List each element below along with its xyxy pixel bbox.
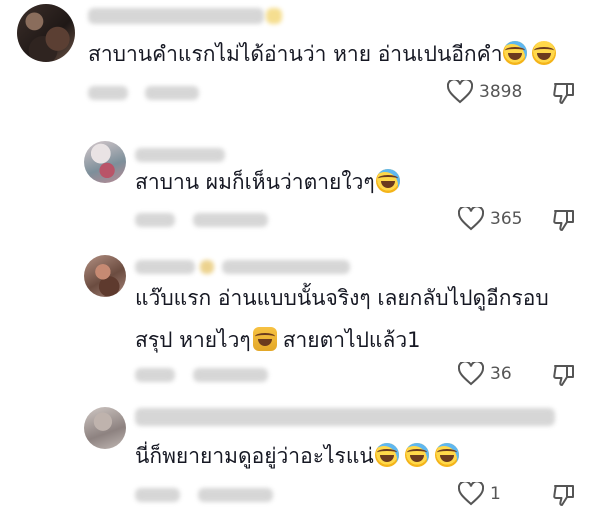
person-facepalming-icon [252,327,277,351]
like-control[interactable]: 3898 [447,80,522,104]
face-with-tears-of-joy-icon [434,443,459,467]
reply-to-blurred[interactable] [222,260,350,274]
avatar[interactable] [84,141,126,183]
comment-text-content: สรุป หายไวๆ [135,328,251,352]
timestamp-blurred [88,86,128,100]
comment-text-line-2: สรุป หายไวๆ สายตาไปแล้ว1 [135,324,420,356]
like-count: 1 [490,484,501,504]
username-blurred[interactable] [135,260,195,274]
heart-outline-icon[interactable] [447,80,473,104]
avatar[interactable] [84,407,126,449]
comment-text-content: สายตาไปแล้ว1 [282,328,421,352]
grinning-face-with-sweat-icon [532,41,557,65]
username-blurred[interactable] [135,408,555,426]
like-control[interactable]: 365 [458,207,522,231]
like-control[interactable]: 1 [458,482,501,506]
username-blurred[interactable] [88,8,264,24]
reply-blurred[interactable] [193,213,268,227]
timestamp-blurred [135,488,180,502]
like-count: 36 [490,364,512,384]
heart-outline-icon[interactable] [458,362,484,386]
reply-blurred[interactable] [193,368,268,382]
comment-text-content: สาบานคำแรกไม่ได้อ่านว่า หาย อ่านเปนอีกคำ [88,42,503,66]
like-control[interactable]: 36 [458,362,512,386]
badge-blurred [266,8,282,24]
comment-reply-1: สาบาน ผมก็เห็นว่าตายใวๆ 365 [0,118,600,248]
comment-1: สาบานคำแรกไม่ได้อ่านว่า หาย อ่านเปนอีกคำ… [0,0,600,118]
timestamp-blurred [135,368,175,382]
badge-blurred [200,260,214,274]
comment-text-content: แว๊บแรก อ่านแบบนั้นจริงๆ เลยกลับไปดูอีกร… [135,286,549,310]
like-count: 3898 [479,82,523,102]
thumbs-down-outline-icon[interactable] [552,208,576,232]
comment-text: นี่ก็พยายามดูอยู่ว่าอะไรแน่ [135,440,459,472]
thumbs-down-outline-icon[interactable] [552,363,576,387]
comment-text: สาบานคำแรกไม่ได้อ่านว่า หาย อ่านเปนอีกคำ [88,38,557,70]
reply-blurred[interactable] [198,488,273,502]
face-with-tears-of-joy-icon [404,443,429,467]
reply-blurred[interactable] [145,86,199,100]
like-count: 365 [490,209,523,229]
timestamp-blurred [135,213,175,227]
heart-outline-icon[interactable] [458,482,484,506]
comment-text-content: นี่ก็พยายามดูอยู่ว่าอะไรแน่ [135,444,374,468]
comment-text-content: สาบาน ผมก็เห็นว่าตายใวๆ [135,170,375,194]
thumbs-down-outline-icon[interactable] [552,483,576,507]
face-with-tears-of-joy-icon [374,443,399,467]
comment-text: สาบาน ผมก็เห็นว่าตายใวๆ [135,166,400,198]
avatar[interactable] [17,4,75,62]
comment-text-line-1: แว๊บแรก อ่านแบบนั้นจริงๆ เลยกลับไปดูอีกร… [135,282,549,314]
heart-outline-icon[interactable] [458,207,484,231]
face-with-tears-of-joy-icon [503,41,528,65]
face-with-tears-of-joy-icon [375,169,400,193]
username-blurred[interactable] [135,148,225,162]
avatar[interactable] [84,255,126,297]
thumbs-down-outline-icon[interactable] [552,81,576,105]
